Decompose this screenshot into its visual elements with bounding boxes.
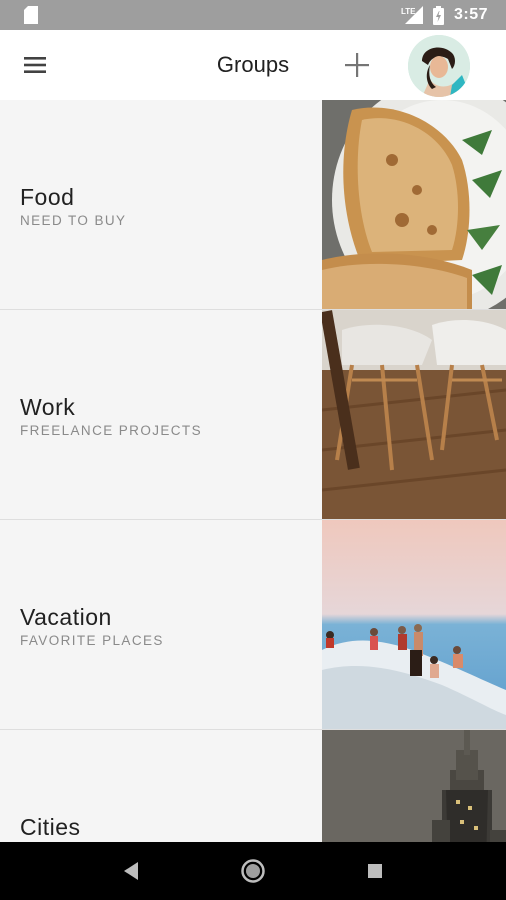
group-name: Vacation <box>20 603 112 630</box>
chairs-photo <box>322 310 506 519</box>
group-name: Food <box>20 183 75 210</box>
status-time: 3:57 <box>453 6 488 23</box>
menu-button[interactable] <box>22 54 48 76</box>
recents-button[interactable] <box>355 851 395 891</box>
hamburger-menu-icon <box>24 57 46 73</box>
group-item-vacation[interactable]: Vacation FAVORITE PLACES <box>0 520 506 730</box>
back-button[interactable] <box>111 851 151 891</box>
group-subtitle: FREELANCE PROJECTS <box>20 422 202 438</box>
navigation-bar <box>0 842 506 900</box>
svg-text:LTE: LTE <box>401 7 416 16</box>
user-avatar-icon <box>408 35 470 97</box>
sd-card-icon <box>24 6 38 24</box>
add-group-button[interactable] <box>342 50 372 80</box>
home-button[interactable] <box>233 851 273 891</box>
recents-square-icon <box>368 864 382 878</box>
group-subtitle: NEED TO BUY <box>20 212 127 228</box>
group-name: Work <box>20 393 76 420</box>
cliff-people-photo <box>322 520 506 729</box>
home-circle-icon <box>241 859 265 883</box>
group-item-food[interactable]: Food NEED TO BUY <box>0 100 506 310</box>
battery-icon <box>432 5 444 25</box>
group-item-cities[interactable]: Cities <box>0 730 506 842</box>
skyscraper-photo <box>322 730 506 842</box>
avatar[interactable] <box>408 35 470 97</box>
group-list: Food NEED TO BUY Work FREELANCE PROJECTS… <box>0 100 506 842</box>
group-name: Cities <box>20 814 81 840</box>
group-subtitle: FAVORITE PLACES <box>20 632 164 648</box>
status-bar: LTE 3:57 <box>0 0 506 30</box>
plus-icon <box>345 53 369 77</box>
lte-signal-icon: LTE <box>401 6 423 24</box>
back-triangle-icon <box>124 862 138 880</box>
group-item-work[interactable]: Work FREELANCE PROJECTS <box>0 310 506 520</box>
toast-photo <box>322 100 506 309</box>
app-bar: Groups <box>0 30 506 100</box>
